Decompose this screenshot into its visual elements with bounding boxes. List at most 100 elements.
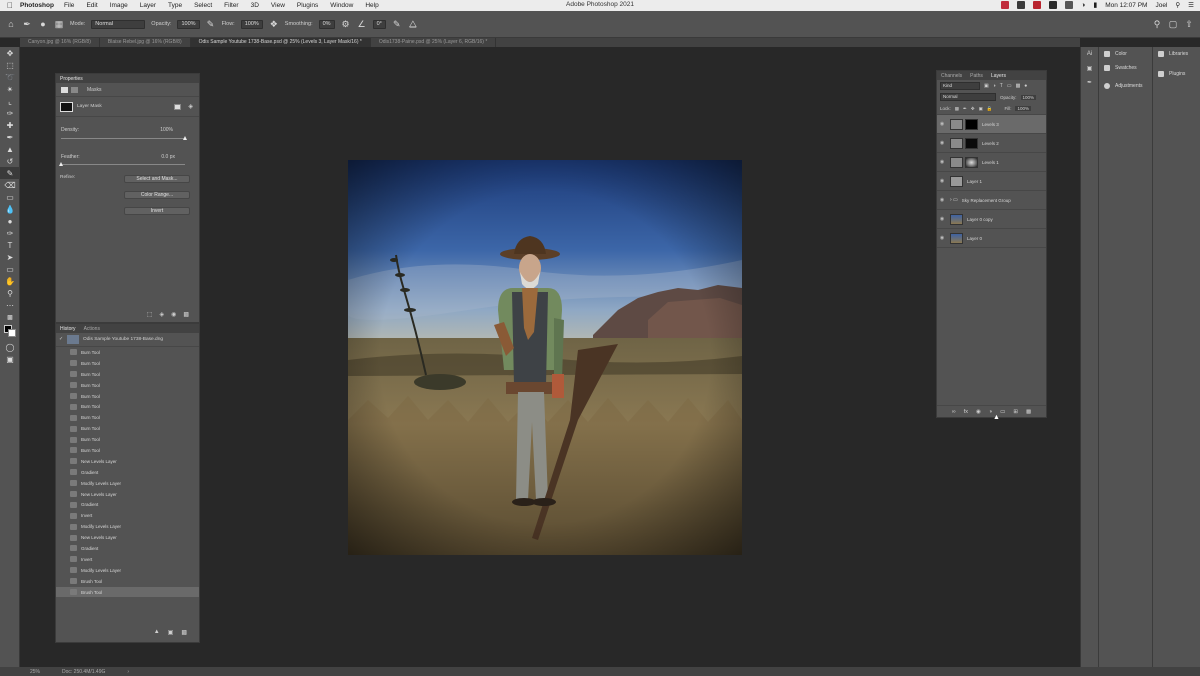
- mask-visibility-icon[interactable]: ◉: [171, 311, 176, 318]
- menu-type[interactable]: Type: [168, 2, 182, 9]
- path-select-tool-icon[interactable]: ➤: [0, 251, 20, 263]
- move-tool-icon[interactable]: ✥: [0, 47, 20, 59]
- brush-settings-icon[interactable]: ▦: [54, 19, 64, 29]
- tab-actions[interactable]: Actions: [84, 326, 100, 332]
- menu-layer[interactable]: Layer: [140, 2, 156, 9]
- home-icon[interactable]: ⌂: [6, 19, 16, 29]
- dock-adjustments[interactable]: Adjustments: [1099, 79, 1152, 93]
- history-item[interactable]: Modify Levels Layer: [56, 478, 199, 489]
- layer-row[interactable]: ◉ Levels 1: [937, 153, 1046, 172]
- menu-file[interactable]: File: [64, 2, 74, 9]
- quick-select-tool-icon[interactable]: ✴: [0, 83, 20, 95]
- feather-slider-track[interactable]: [59, 162, 185, 166]
- menu-window[interactable]: Window: [330, 2, 353, 9]
- dodge-tool-icon[interactable]: ●: [0, 215, 20, 227]
- history-item[interactable]: Brush Tool: [56, 586, 199, 598]
- quick-mask-icon[interactable]: ◯: [0, 341, 20, 353]
- control-center-icon[interactable]: ☰: [1188, 1, 1194, 9]
- layer-visibility-icon[interactable]: ◉: [937, 159, 947, 165]
- zoom-tool-icon[interactable]: ⚲: [0, 287, 20, 299]
- layer-row[interactable]: ◉ Levels 2: [937, 134, 1046, 153]
- blend-mode-select[interactable]: Normal: [940, 93, 996, 101]
- add-mask-icon[interactable]: ◉: [976, 409, 981, 415]
- app-status-icon[interactable]: [1049, 1, 1058, 9]
- history-item[interactable]: Burn Tool: [56, 423, 199, 434]
- history-item[interactable]: New Levels Layer: [56, 532, 199, 543]
- pen-tool-icon[interactable]: ✑: [0, 227, 20, 239]
- wifi-icon[interactable]: ◑: [1081, 2, 1085, 9]
- history-item[interactable]: Gradient: [56, 499, 199, 510]
- layer-fill-field[interactable]: 100%: [1015, 106, 1031, 111]
- dock-libraries[interactable]: Libraries: [1153, 47, 1200, 61]
- layer-opacity-field[interactable]: 100%: [1020, 94, 1037, 100]
- flow-field[interactable]: 100%: [240, 19, 263, 29]
- select-and-mask-button[interactable]: Select and Mask...: [124, 175, 190, 183]
- layer-visibility-icon[interactable]: ◉: [937, 121, 947, 127]
- more-tools-icon[interactable]: ⋯: [0, 299, 20, 311]
- menu-image[interactable]: Image: [110, 2, 128, 9]
- apply-mask-icon[interactable]: ◈: [159, 311, 164, 318]
- layer-visibility-icon[interactable]: ◉: [937, 178, 947, 184]
- tab-odis-base[interactable]: Odis Sample Youtube 1738-Base.psd @ 25% …: [190, 38, 371, 47]
- history-item[interactable]: Burn Tool: [56, 445, 199, 456]
- layer-visibility-icon[interactable]: ◉: [937, 197, 947, 203]
- pixel-mask-icon[interactable]: [61, 86, 68, 93]
- battery-icon[interactable]: ▮: [1093, 1, 1097, 9]
- panel-icon[interactable]: ▣: [1081, 61, 1098, 75]
- shape-tool-icon[interactable]: ▭: [0, 263, 20, 275]
- user-name[interactable]: Joel: [1155, 2, 1167, 9]
- hand-tool-icon[interactable]: ✋: [0, 275, 20, 287]
- lock-transparent-icon[interactable]: ▩: [955, 106, 959, 112]
- layer-visibility-icon[interactable]: ◉: [937, 140, 947, 146]
- filter-shape-icon[interactable]: ▭: [1007, 83, 1012, 89]
- filter-smart-icon[interactable]: ▩: [1016, 83, 1021, 89]
- app-status-icon[interactable]: [1033, 1, 1042, 9]
- feather-slider-thumb[interactable]: [59, 162, 63, 166]
- vector-mask-icon[interactable]: [71, 86, 78, 93]
- history-item[interactable]: Burn Tool: [56, 369, 199, 380]
- screen-mode-icon[interactable]: ▣: [0, 353, 20, 365]
- menu-view[interactable]: View: [271, 2, 285, 9]
- history-item[interactable]: Gradient: [56, 543, 199, 554]
- default-colors-icon[interactable]: ▩: [0, 311, 20, 323]
- menu-3d[interactable]: 3D: [251, 2, 259, 9]
- color-swatches-icon[interactable]: [0, 323, 20, 341]
- color-range-button[interactable]: Color Range...: [124, 191, 190, 199]
- history-item[interactable]: New Levels Layer: [56, 456, 199, 467]
- background-color-swatch[interactable]: [8, 329, 16, 337]
- filter-kind-select[interactable]: Kind: [940, 81, 980, 90]
- tab-canyon[interactable]: Canyon.jpg @ 16% (RGB/8): [20, 38, 100, 47]
- brush-tool-active-icon[interactable]: ✎: [0, 167, 20, 179]
- group-folder-icon[interactable]: › ▭: [950, 197, 958, 203]
- brush-panel-icon[interactable]: ✒: [1081, 75, 1098, 89]
- history-item[interactable]: Burn Tool: [56, 347, 199, 358]
- layer-mask-thumbnail[interactable]: [965, 156, 978, 168]
- tab-paths[interactable]: Paths: [970, 73, 983, 79]
- history-item[interactable]: Burn Tool: [56, 412, 199, 423]
- tab-blaise-rebel[interactable]: Blaise Rebel.jpg @ 16% (RGB/8): [100, 38, 191, 47]
- load-selection-icon[interactable]: ⬚: [147, 311, 153, 318]
- delete-layer-icon[interactable]: ▩: [1026, 409, 1031, 415]
- status-arrow-icon[interactable]: ›: [127, 669, 129, 675]
- airbrush-icon[interactable]: ❖: [269, 19, 279, 29]
- filter-type-icon[interactable]: T: [1000, 83, 1003, 89]
- history-item[interactable]: Gradient: [56, 467, 199, 478]
- history-item[interactable]: Modify Levels Layer: [56, 565, 199, 576]
- new-group-icon[interactable]: ▭: [1000, 409, 1005, 415]
- type-tool-icon[interactable]: T: [0, 239, 20, 251]
- app-status-icon[interactable]: [1065, 1, 1074, 9]
- pressure-opacity-icon[interactable]: ✎: [206, 19, 216, 29]
- workspace-icon[interactable]: ▢: [1168, 19, 1178, 29]
- spotlight-icon[interactable]: ⚲: [1175, 1, 1180, 9]
- delete-mask-icon[interactable]: ▩: [183, 311, 189, 318]
- dock-swatches[interactable]: Swatches: [1099, 61, 1152, 75]
- brush-tool-icon[interactable]: ✒: [0, 131, 20, 143]
- history-brush-icon[interactable]: ↺: [0, 155, 20, 167]
- layer-row[interactable]: ◉ Layer 0 copy: [937, 210, 1046, 229]
- layer-style-icon[interactable]: fx: [964, 409, 968, 415]
- blur-tool-icon[interactable]: 💧: [0, 203, 20, 215]
- lock-image-icon[interactable]: ✒: [963, 106, 967, 112]
- adjustment-layer-icon[interactable]: ◑: [989, 409, 992, 415]
- symmetry-icon[interactable]: ⧋: [408, 19, 418, 29]
- add-pixel-mask-icon[interactable]: [174, 103, 181, 110]
